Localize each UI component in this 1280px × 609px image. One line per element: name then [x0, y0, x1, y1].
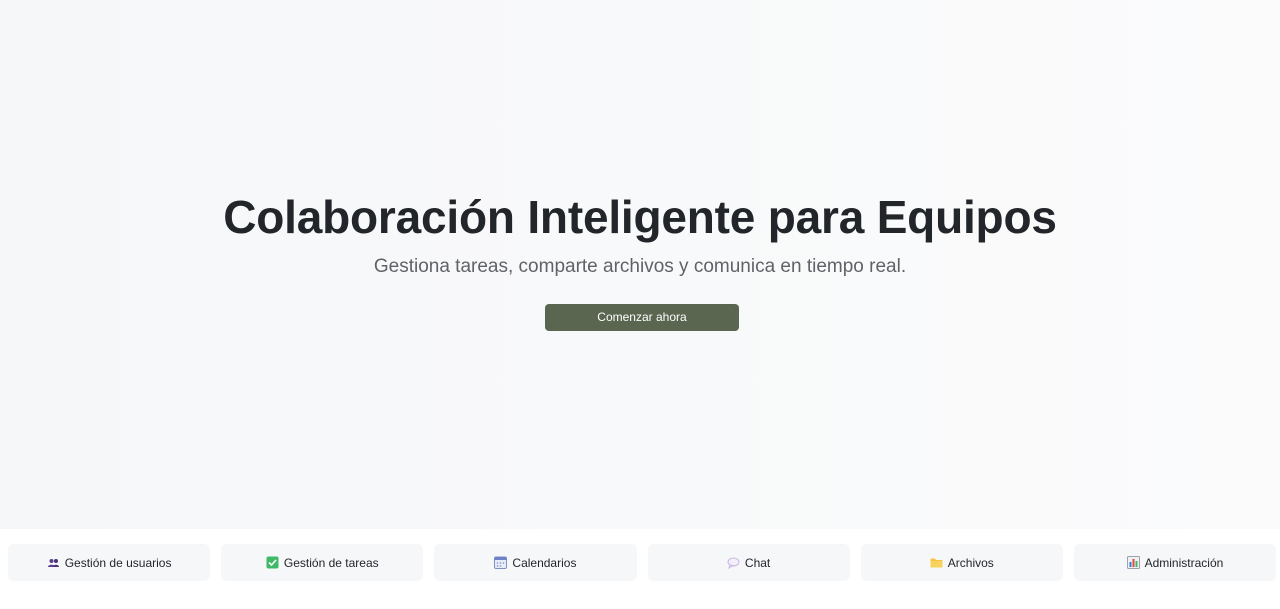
feature-label-calendars: Calendarios: [512, 555, 577, 570]
feature-label-chat: Chat: [744, 555, 771, 570]
hero-section: Colaboración Inteligente para Equipos Ge…: [0, 0, 1280, 529]
feature-card-tasks[interactable]: Gestión de tareas: [221, 544, 424, 581]
calendar-icon: [494, 556, 508, 569]
speech-bubble-icon: [727, 556, 740, 569]
users-icon: [47, 556, 60, 569]
feature-label-users: Gestión de usuarios: [64, 555, 172, 570]
checkbox-icon: [266, 556, 279, 569]
folder-icon: [930, 556, 943, 569]
feature-card-files[interactable]: Archivos: [860, 544, 1063, 581]
feature-card-admin[interactable]: Administración: [1073, 544, 1277, 581]
feature-label-files: Archivos: [947, 555, 994, 570]
hero-title: Colaboración Inteligente para Equipos: [223, 191, 1057, 243]
feature-label-admin: Administración: [1144, 555, 1224, 570]
feature-card-users[interactable]: Gestión de usuarios: [8, 544, 211, 581]
get-started-button[interactable]: Comenzar ahora: [545, 304, 739, 331]
feature-label-tasks: Gestión de tareas: [283, 555, 379, 570]
hero-subtitle: Gestiona tareas, comparte archivos y com…: [373, 256, 907, 277]
bar-chart-icon: [1126, 556, 1140, 569]
feature-card-chat[interactable]: Chat: [647, 544, 850, 581]
feature-card-calendars[interactable]: Calendarios: [434, 544, 637, 581]
features-bar: Gestión de usuarios Gestión de tareas Ca…: [8, 544, 1277, 581]
